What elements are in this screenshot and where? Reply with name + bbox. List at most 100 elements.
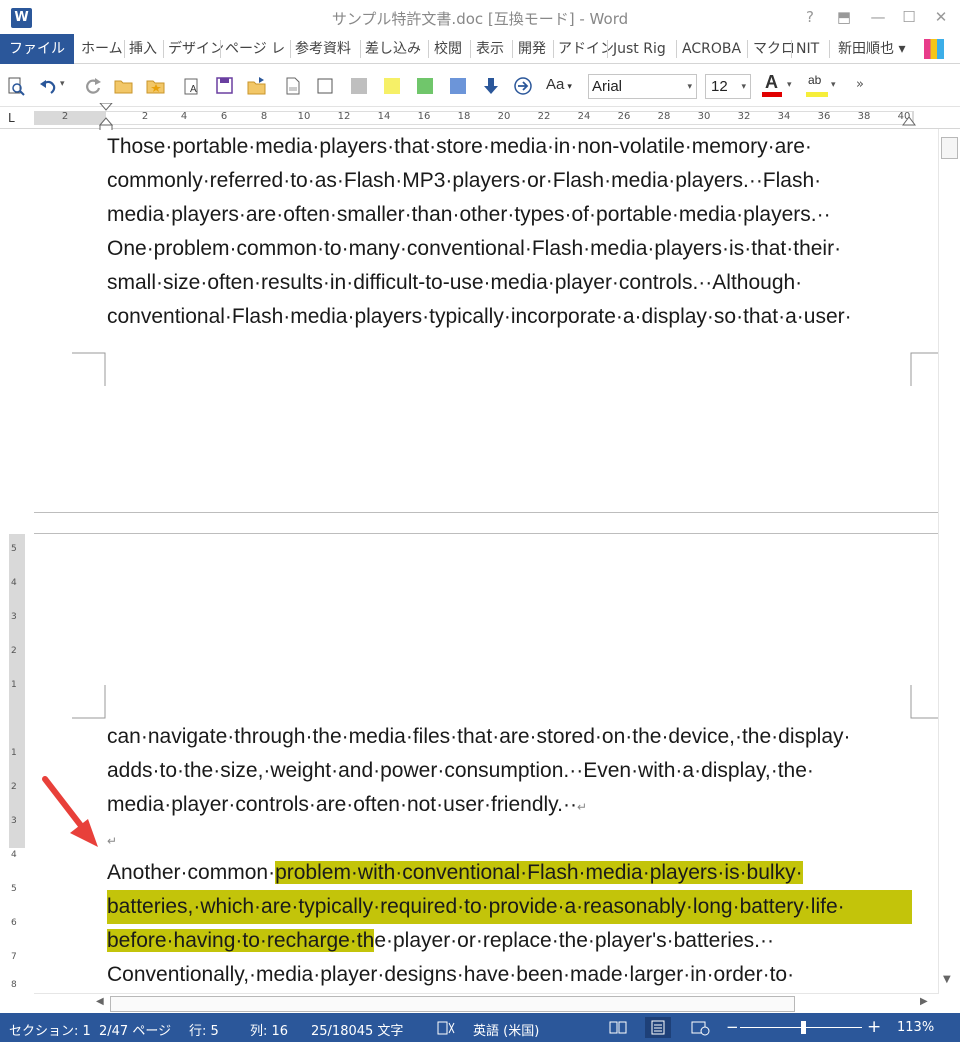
vertical-ruler[interactable]: 5 4 3 2 1 1 2 3 4 5 6 7 8 — [5, 130, 27, 992]
favorite-folder-icon[interactable] — [146, 76, 166, 96]
zoom-slider-thumb[interactable] — [801, 1021, 806, 1034]
maximize-button[interactable]: ☐ — [896, 5, 922, 29]
status-bar: セクション: 1 2/47 ページ 行: 5 列: 16 25/18045 文字… — [0, 1013, 960, 1042]
open-folder-icon[interactable] — [114, 76, 134, 96]
page1-paragraph[interactable]: Those·portable·media·players·that·store·… — [107, 130, 912, 334]
zoom-out-button[interactable]: − — [726, 1018, 739, 1036]
empty-line: ↵ — [107, 822, 912, 856]
minimize-button[interactable]: — — [865, 5, 891, 29]
status-word-count[interactable]: 25/18045 文字 — [311, 1020, 403, 1039]
vertical-scrollbar[interactable]: ▼ — [938, 129, 960, 994]
status-section[interactable]: セクション: 1 — [9, 1020, 91, 1039]
font-color-button[interactable]: A — [762, 72, 784, 98]
page-break-gap — [34, 512, 938, 534]
font-size-select[interactable]: 12 ▾ — [705, 74, 751, 99]
document-properties-icon[interactable] — [283, 76, 303, 96]
user-avatar-icon[interactable] — [924, 39, 944, 59]
web-layout-icon[interactable] — [689, 1018, 711, 1037]
gray-shading-swatch-icon[interactable] — [349, 76, 369, 96]
highlighted-text: before·having·to·recharge·th — [107, 929, 375, 952]
ruler-number: 16 — [417, 111, 431, 122]
tab-acrobat[interactable]: ACROBA — [682, 34, 741, 64]
text-line: media·player·controls·are·often·not·user… — [107, 788, 912, 822]
tab-macro[interactable]: マクロ — [753, 34, 795, 64]
page2-paragraph-1[interactable]: can·navigate·through·the·media·files·tha… — [107, 720, 912, 856]
vertical-scroll-thumb[interactable] — [941, 137, 958, 159]
tab-addins[interactable]: アドイン — [558, 34, 614, 64]
tab-selector[interactable]: L — [8, 111, 22, 125]
ribbon-display-options-icon[interactable]: ⬒ — [831, 5, 857, 29]
status-column[interactable]: 列: 16 — [250, 1020, 288, 1039]
vruler-number: 2 — [11, 646, 17, 656]
print-layout-button[interactable] — [645, 1017, 671, 1038]
scroll-down-arrow-icon[interactable]: ▼ — [943, 974, 951, 985]
tab-just-right[interactable]: Just Rig — [613, 34, 666, 64]
save-as-icon[interactable] — [215, 76, 235, 96]
change-case-button[interactable]: Aa ▾ — [546, 76, 572, 93]
right-indent-marker-icon[interactable] — [902, 114, 916, 126]
move-down-icon[interactable] — [481, 76, 501, 96]
ruler-number: 26 — [617, 111, 631, 122]
ruler-number: 20 — [497, 111, 511, 122]
ruler-left-margin — [34, 111, 106, 125]
ruler-number: 14 — [377, 111, 391, 122]
horizontal-ruler[interactable]: L 2 2 4 6 8 10 12 14 16 18 20 22 24 26 2… — [0, 103, 960, 132]
status-line[interactable]: 行: 5 — [189, 1020, 219, 1039]
tab-separator — [553, 40, 554, 58]
horizontal-scroll-thumb[interactable] — [110, 996, 795, 1012]
undo-dropdown-icon[interactable]: ▾ — [60, 79, 65, 89]
scroll-left-arrow-icon[interactable]: ◀ — [96, 996, 104, 1007]
font-color-dropdown-icon[interactable]: ▾ — [787, 80, 792, 90]
paste-format-icon[interactable]: A — [182, 76, 202, 96]
read-mode-icon[interactable] — [607, 1018, 629, 1037]
tab-developer[interactable]: 開発 — [518, 34, 546, 64]
vruler-number: 4 — [11, 850, 17, 860]
tab-page-layout[interactable]: ページ レ — [225, 34, 285, 64]
svg-text:A: A — [190, 84, 197, 95]
help-icon[interactable]: ? — [797, 5, 823, 29]
track-changes-icon[interactable] — [436, 1019, 458, 1038]
yellow-shading-swatch-icon[interactable] — [382, 76, 402, 96]
tab-separator — [791, 40, 792, 58]
tab-nit[interactable]: NIT — [796, 34, 819, 64]
redo-icon[interactable] — [83, 76, 103, 96]
zoom-level[interactable]: 113% — [897, 1020, 934, 1035]
tab-home[interactable]: ホーム — [81, 34, 123, 64]
ruler-number: 6 — [220, 111, 228, 122]
shape-outline-icon[interactable] — [315, 76, 335, 96]
tab-review[interactable]: 校閲 — [434, 34, 462, 64]
chevron-down-icon: ▾ — [741, 81, 746, 91]
print-preview-icon[interactable] — [6, 76, 26, 96]
vruler-number: 2 — [11, 782, 17, 792]
status-language[interactable]: 英語 (米国) — [473, 1020, 539, 1039]
user-account-menu[interactable]: 新田順也 ▾ — [838, 34, 905, 64]
blue-shading-swatch-icon[interactable] — [448, 76, 468, 96]
change-case-label: Aa — [546, 76, 565, 93]
tab-file[interactable]: ファイル — [0, 34, 74, 64]
scroll-right-arrow-icon[interactable]: ▶ — [920, 996, 928, 1007]
ruler-number: 22 — [537, 111, 551, 122]
page2-paragraph-2[interactable]: Another·common·problem·with·conventional… — [107, 856, 912, 992]
tab-design[interactable]: デザイン — [168, 34, 224, 64]
zoom-in-button[interactable]: + — [867, 1017, 881, 1037]
export-icon[interactable] — [247, 76, 267, 96]
tab-separator — [607, 40, 608, 58]
tab-references[interactable]: 参考資料 — [295, 34, 351, 64]
tab-separator — [220, 40, 221, 58]
more-commands-icon[interactable]: » — [856, 77, 864, 92]
tab-view[interactable]: 表示 — [476, 34, 504, 64]
close-button[interactable]: ✕ — [928, 5, 954, 29]
indent-markers-icon[interactable] — [99, 103, 113, 133]
horizontal-scrollbar[interactable]: ◀ ▶ — [34, 993, 938, 1013]
green-shading-swatch-icon[interactable] — [415, 76, 435, 96]
tab-mailings[interactable]: 差し込み — [365, 34, 421, 64]
tab-separator — [747, 40, 748, 58]
tab-separator — [676, 40, 677, 58]
tab-insert[interactable]: 挿入 — [129, 34, 157, 64]
undo-icon[interactable] — [38, 76, 58, 96]
go-forward-icon[interactable] — [513, 76, 533, 96]
highlight-button[interactable]: ab — [806, 72, 830, 98]
status-page[interactable]: 2/47 ページ — [99, 1020, 171, 1039]
highlight-dropdown-icon[interactable]: ▾ — [831, 80, 836, 90]
font-name-select[interactable]: Arial ▾ — [588, 74, 697, 99]
